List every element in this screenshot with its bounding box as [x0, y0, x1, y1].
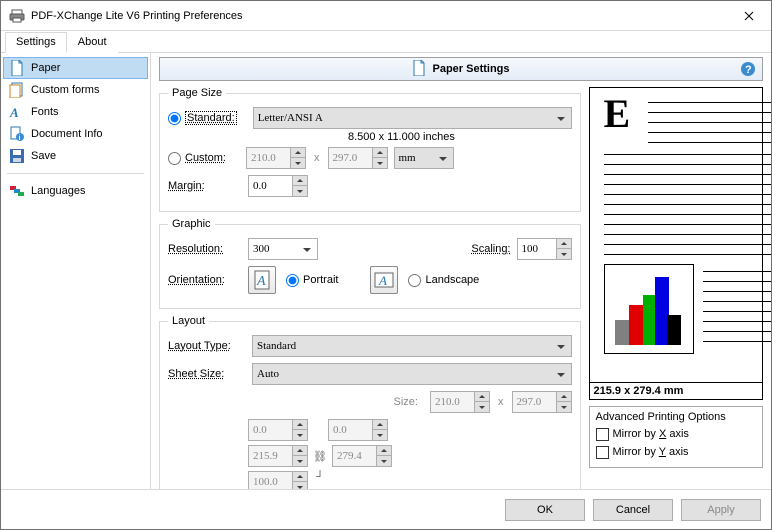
checkbox-box[interactable] [596, 446, 609, 459]
preview-dims: 215.9 x 279.4 mm [589, 383, 764, 400]
label-orientation: Orientation: [168, 274, 242, 286]
sidebar-label: Save [31, 150, 56, 162]
spin-margin[interactable]: 0.0 [248, 175, 308, 197]
radio-landscape[interactable]: Landscape [408, 274, 479, 287]
legend-advanced: Advanced Printing Options [596, 411, 757, 423]
spin-off-y: 0.0 [328, 419, 388, 441]
label-scaling: Scaling: [471, 243, 510, 255]
save-icon [9, 148, 25, 164]
preview-chart-icon [604, 264, 694, 354]
radio-portrait[interactable]: Portrait [286, 274, 338, 287]
combo-standard-size[interactable]: Letter/ANSI A [253, 107, 572, 129]
link-icon-2: ┘ [312, 471, 328, 483]
combo-resolution[interactable]: 300 [248, 238, 318, 260]
label-resolution: Resolution: [168, 243, 242, 255]
combo-layout-type[interactable]: Standard [252, 335, 572, 357]
preview-letter-e: E [604, 90, 631, 137]
tab-about[interactable]: About [67, 32, 118, 53]
title-bar: PDF-XChange Lite V6 Printing Preferences [1, 1, 771, 31]
label-margin: Margin: [168, 180, 242, 192]
standard-dims-text: 8.500 x 11.000 inches [348, 131, 572, 143]
legend-graphic: Graphic [168, 218, 215, 230]
combo-unit[interactable]: mm [394, 147, 454, 169]
pane-title: Paper Settings [432, 63, 509, 75]
label-size: Size: [168, 396, 424, 408]
tab-settings[interactable]: Settings [5, 32, 67, 53]
spin-custom-w[interactable]: 210.0 [246, 147, 306, 169]
sidebar-item-paper[interactable]: Paper [3, 57, 148, 79]
group-layout: Layout Layout Type: Standard Sheet Size:… [159, 315, 581, 489]
group-graphic: Graphic Resolution: 300 Scaling: 100 Ori… [159, 218, 581, 309]
sidebar-item-languages[interactable]: Languages [3, 180, 148, 202]
label-layout-type: Layout Type: [168, 340, 246, 352]
spin-size-h: 297.0 [512, 391, 572, 413]
spin-scaling[interactable]: 100 [517, 238, 572, 260]
group-advanced: Advanced Printing Options Mirror by X ax… [589, 406, 764, 468]
sidebar-item-custom-forms[interactable]: Custom forms [3, 79, 148, 101]
legend-layout: Layout [168, 315, 209, 327]
radio-standard-input[interactable] [168, 112, 181, 125]
forms-icon [9, 82, 25, 98]
radio-custom-label: Custom: [185, 152, 226, 164]
legend-page-size: Page Size [168, 87, 226, 99]
ok-button[interactable]: OK [505, 499, 585, 521]
pane-header-icon [412, 60, 426, 79]
checkbox-mirror-x[interactable]: Mirror by X axis [596, 425, 757, 443]
apply-button[interactable]: Apply [681, 499, 761, 521]
pane-header: Paper Settings ? [159, 57, 763, 81]
window-root: PDF-XChange Lite V6 Printing Preferences… [0, 0, 772, 530]
close-button[interactable] [726, 1, 771, 30]
group-page-size: Page Size Standard: Letter/ANSI A 8.500 … [159, 87, 581, 212]
sidebar: Paper Custom forms A Fonts i Document In… [1, 53, 151, 489]
checkbox-mirror-y[interactable]: Mirror by Y axis [596, 443, 757, 461]
label-sheet-size: Sheet Size: [168, 368, 246, 380]
page-preview: E [589, 87, 764, 383]
spin-dim-w: 215.9 [248, 445, 308, 467]
radio-standard-label: Standard: [185, 111, 237, 125]
sidebar-item-save[interactable]: Save [3, 145, 148, 167]
radio-custom-input[interactable] [168, 152, 181, 165]
window-title: PDF-XChange Lite V6 Printing Preferences [31, 10, 726, 22]
top-tabs: Settings About [1, 31, 771, 53]
spin-scale: 100.0 [248, 471, 308, 489]
fonts-icon: A [9, 104, 25, 120]
dialog-buttons: OK Cancel Apply [1, 489, 771, 529]
sidebar-item-fonts[interactable]: A Fonts [3, 101, 148, 123]
spin-custom-h[interactable]: 297.0 [328, 147, 388, 169]
link-icon: ⛓ [312, 450, 328, 463]
checkbox-box[interactable] [596, 428, 609, 441]
radio-custom[interactable]: Custom: [168, 152, 240, 165]
svg-text:A: A [9, 105, 19, 120]
help-icon[interactable]: ? [740, 61, 756, 77]
paper-icon [9, 60, 25, 76]
spin-dim-h: 279.4 [332, 445, 392, 467]
printer-icon [9, 8, 25, 24]
combo-sheet-size[interactable]: Auto [252, 363, 572, 385]
sidebar-label: Paper [31, 62, 60, 74]
svg-text:i: i [19, 135, 21, 142]
docinfo-icon: i [9, 126, 25, 142]
spin-off-x: 0.0 [248, 419, 308, 441]
cancel-button[interactable]: Cancel [593, 499, 673, 521]
sidebar-label: Custom forms [31, 84, 99, 96]
sidebar-label: Document Info [31, 128, 103, 140]
sidebar-label: Fonts [31, 106, 59, 118]
x-sep: x [312, 152, 322, 164]
landscape-icon[interactable]: A [370, 266, 398, 294]
svg-text:A: A [256, 274, 266, 289]
sidebar-label: Languages [31, 185, 85, 197]
svg-text:?: ? [745, 64, 752, 76]
languages-icon [9, 183, 25, 199]
spin-size-w: 210.0 [430, 391, 490, 413]
svg-text:A: A [378, 273, 387, 288]
sidebar-divider [7, 173, 144, 174]
sidebar-item-document-info[interactable]: i Document Info [3, 123, 148, 145]
radio-standard[interactable]: Standard: [168, 111, 237, 125]
portrait-icon[interactable]: A [248, 266, 276, 294]
